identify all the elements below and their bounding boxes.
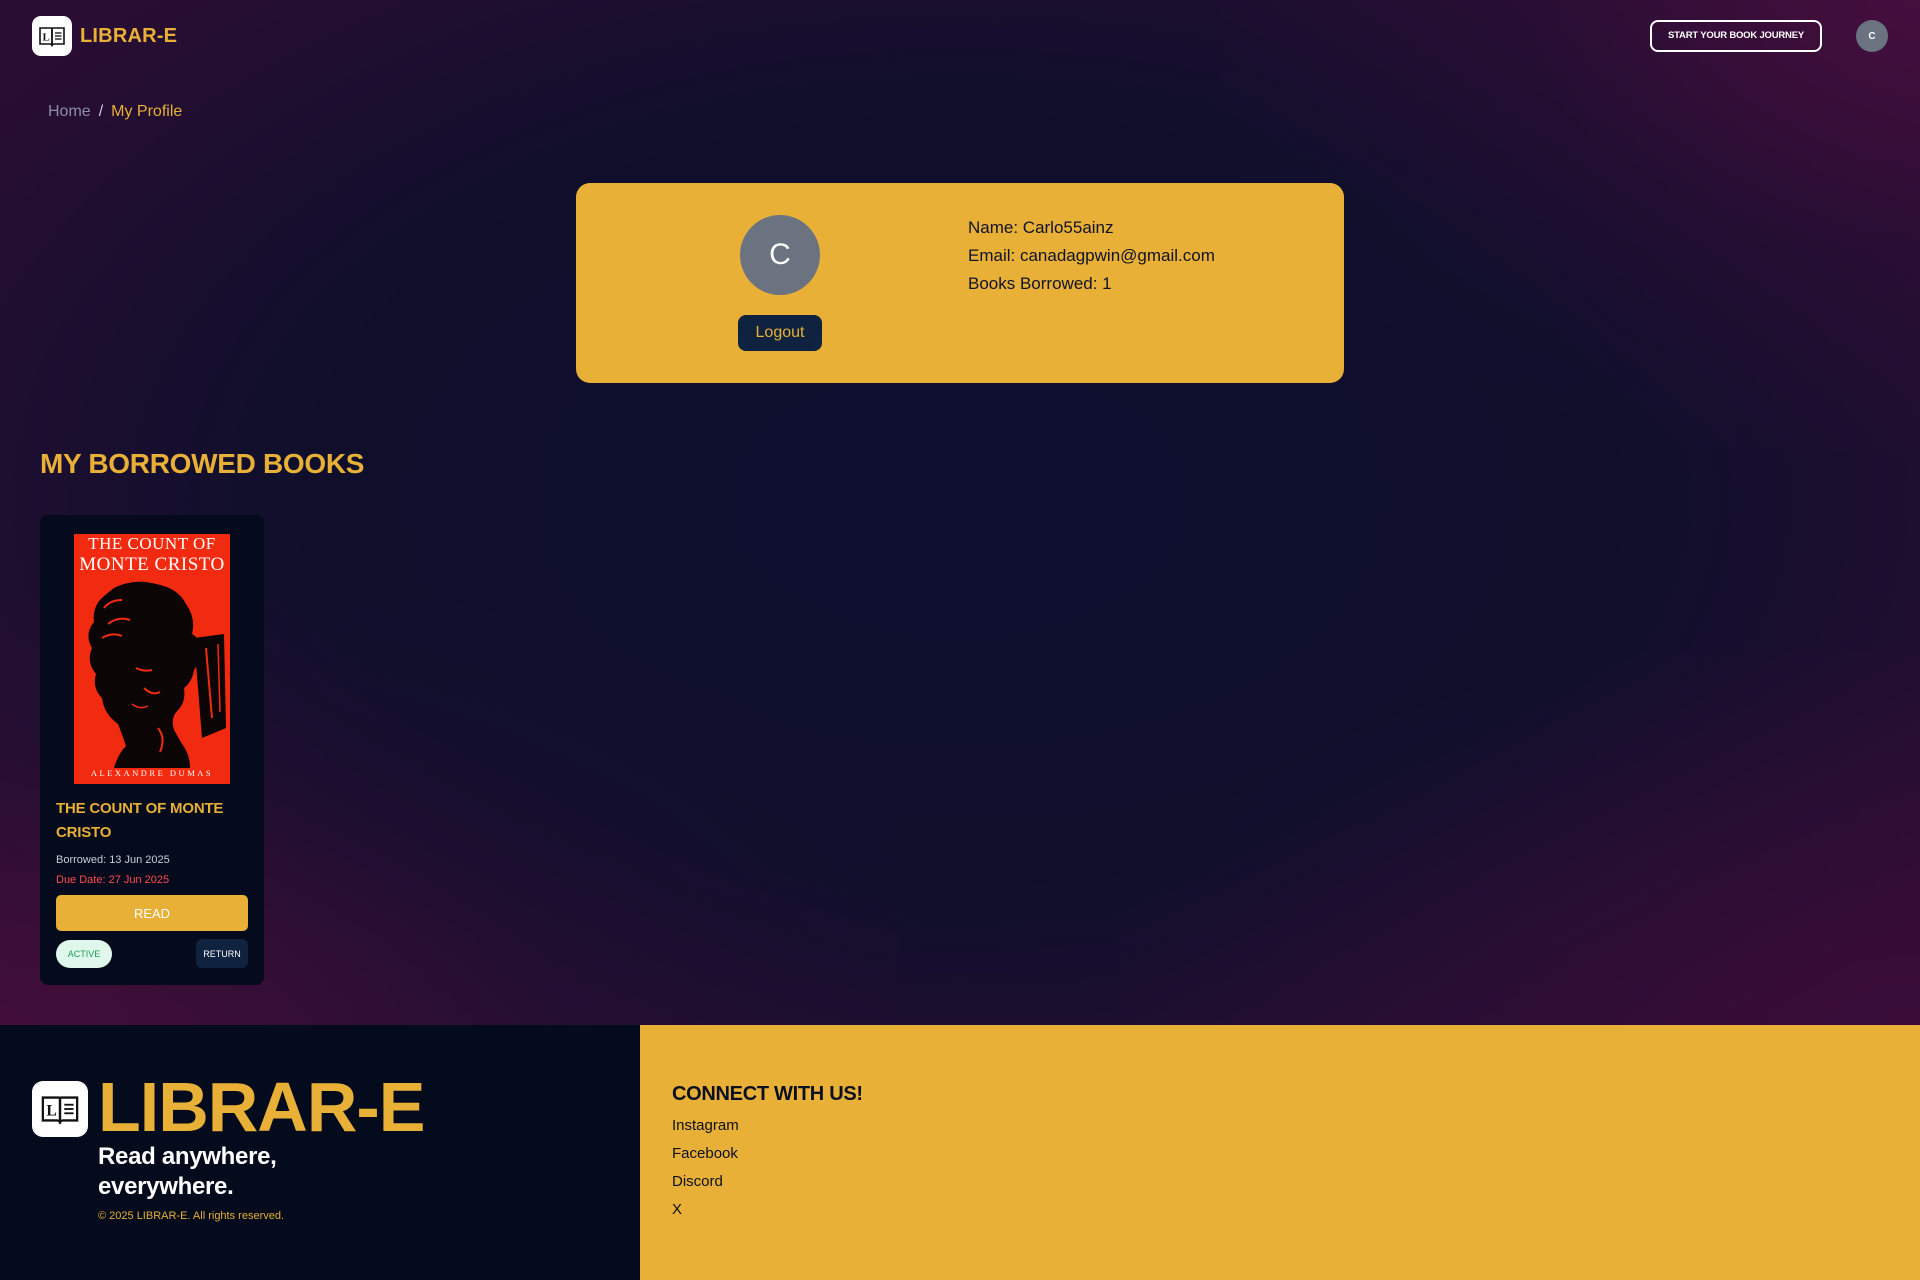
x-link[interactable]: X <box>672 1196 739 1224</box>
footer-copyright: © 2025 LIBRAR-E. All rights reserved. <box>98 1210 285 1222</box>
instagram-link[interactable]: Instagram <box>672 1112 739 1140</box>
connect-title: CONNECT WITH US! <box>672 1083 863 1105</box>
status-badge: ACTIVE <box>56 940 112 968</box>
header-actions: START YOUR BOOK JOURNEY C <box>1650 20 1888 52</box>
breadcrumb: Home / My Profile <box>48 103 182 121</box>
top-nav: L LIBRAR-E START YOUR BOOK JOURNEY C <box>0 0 1920 72</box>
return-button[interactable]: RETURN <box>196 939 248 968</box>
borrowed-date: Borrowed: 13 Jun 2025 <box>56 854 170 866</box>
footer-connect-panel: CONNECT WITH US! Instagram Facebook Disc… <box>640 1025 1920 1280</box>
discord-link[interactable]: Discord <box>672 1168 739 1196</box>
facebook-link[interactable]: Facebook <box>672 1140 739 1168</box>
book-card: THE COUNT OF MONTE CRISTO ALEXANDRE DUMA… <box>40 515 264 985</box>
read-button[interactable]: READ <box>56 895 248 931</box>
book-cover[interactable]: THE COUNT OF MONTE CRISTO ALEXANDRE DUMA… <box>74 534 230 784</box>
profile-name: Name: Carlo55ainz <box>968 218 1114 237</box>
cover-title: THE COUNT OF MONTE CRISTO <box>74 534 230 576</box>
start-journey-button[interactable]: START YOUR BOOK JOURNEY <box>1650 20 1822 52</box>
user-avatar[interactable]: C <box>1856 20 1888 52</box>
book-title: THE COUNT OF MONTE CRISTO <box>56 800 224 841</box>
brand-home-link[interactable]: L LIBRAR-E <box>32 16 177 56</box>
profile-card: C Logout Name: Carlo55ainz Email: canada… <box>576 183 1344 383</box>
footer-brand-name: LIBRAR-E <box>98 1068 425 1146</box>
footer-brand-panel: L LIBRAR-E Read anywhere, everywhere. © … <box>0 1025 640 1280</box>
cover-title-line: THE COUNT OF <box>88 534 216 553</box>
social-links: Instagram Facebook Discord X <box>672 1112 739 1224</box>
logout-button[interactable]: Logout <box>738 315 822 351</box>
cover-illustration <box>88 581 226 768</box>
breadcrumb-separator: / <box>98 103 104 120</box>
profile-details: Name: Carlo55ainz Email: canadagpwin@gma… <box>968 214 1215 298</box>
profile-books-count: Books Borrowed: 1 <box>968 274 1112 293</box>
svg-text:L: L <box>43 32 50 44</box>
background-glow <box>1120 650 1920 1025</box>
cover-author: ALEXANDRE DUMAS <box>90 768 214 778</box>
section-title: MY BORROWED BOOKS <box>40 448 365 479</box>
footer-tagline: Read anywhere, everywhere. <box>98 1143 277 1200</box>
due-date: Due Date: 27 Jun 2025 <box>56 874 170 886</box>
cover-title-line: MONTE CRISTO <box>79 554 225 575</box>
breadcrumb-current: My Profile <box>111 103 183 120</box>
open-book-icon: L <box>32 16 72 56</box>
brand-name: LIBRAR-E <box>80 24 178 47</box>
profile-email: Email: canadagpwin@gmail.com <box>968 246 1215 265</box>
breadcrumb-home-link[interactable]: Home <box>48 103 91 121</box>
open-book-icon: L <box>32 1081 88 1137</box>
svg-text:L: L <box>46 1102 56 1119</box>
profile-avatar: C <box>740 215 820 295</box>
